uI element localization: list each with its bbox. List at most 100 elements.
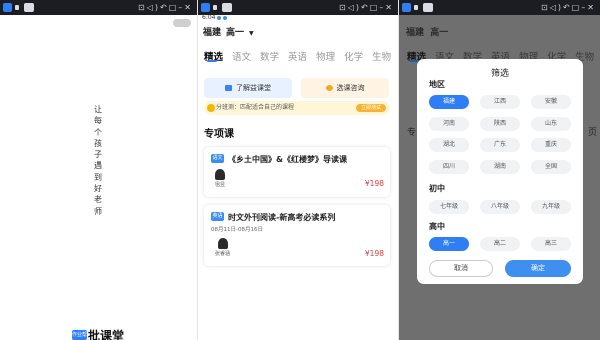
brand-logo-icon: 作业帮 <box>72 330 88 340</box>
region-chip[interactable]: 重庆 <box>531 138 571 152</box>
course-title: 时文外刊阅读-新高考必读系列 <box>228 213 336 222</box>
active-window-icon <box>423 3 433 12</box>
course-consult-label: 选课咨询 <box>336 84 365 92</box>
grade-chip[interactable]: 九年级 <box>531 200 571 214</box>
region-chip[interactable]: 山东 <box>531 117 571 131</box>
status-icons: ⊡◁)↶□–✕ <box>339 1 394 14</box>
region-chip[interactable]: 湖北 <box>429 138 469 152</box>
course-date: 08月11日-08月16日 <box>211 227 263 233</box>
region-chip[interactable]: 安徽 <box>531 95 571 109</box>
active-window-icon <box>24 3 34 12</box>
learn-classroom-button[interactable]: 了解益课堂 <box>204 78 292 98</box>
region-chip[interactable]: 福建 <box>429 95 469 109</box>
active-window-icon <box>222 3 232 12</box>
region-chip[interactable]: 江西 <box>480 95 520 109</box>
subject-tag: 英语 <box>211 212 224 221</box>
tab-biology[interactable]: 生物 <box>372 51 391 64</box>
filter-panel: ⊡◁)↶□–✕ 福建 高一 精选 语文 数学 英语 物理 化学 生物 专 页 筛选 地区 福… <box>399 0 600 340</box>
region-chip[interactable]: 陕西 <box>480 117 520 131</box>
section-title: 专项课 <box>204 129 234 140</box>
device-clock: 6:04 <box>202 14 216 21</box>
region-chip[interactable]: 湖南 <box>480 160 520 174</box>
app-icon <box>3 3 12 12</box>
cancel-button[interactable]: 取消 <box>429 260 493 277</box>
grade-label: 高一 <box>430 28 449 38</box>
splash-slogan: 让每个孩子遇到好老师 <box>94 105 102 216</box>
notification-icon[interactable]: ⊡ <box>339 3 348 12</box>
course-card[interactable]: 英语 时文外刊阅读-新高考必读系列 08月11日-08月16日 张睿涵 ¥198 <box>204 205 390 266</box>
tab-math[interactable]: 数学 <box>260 51 279 64</box>
volume-icon[interactable]: ◁) <box>348 3 361 12</box>
location-label[interactable]: 福建 <box>203 28 221 38</box>
course-card[interactable]: 语文 《乡土中国》&《红楼梦》导读课 徂昱 ¥198 <box>204 147 390 197</box>
filter-dialog: 筛选 地区 福建 江西 安徽 河南 陕西 山东 湖北 广东 重庆 四川 湖南 全… <box>417 59 583 284</box>
course-consult-button[interactable]: 选课咨询 <box>301 78 389 98</box>
tab-chemistry[interactable]: 化学 <box>344 51 363 64</box>
teacher: 张睿涵 <box>215 238 230 258</box>
tab-physics[interactable]: 物理 <box>316 51 335 64</box>
app-icon <box>402 3 411 12</box>
learn-classroom-label: 了解益课堂 <box>236 84 271 92</box>
course-price: ¥198 <box>364 179 384 188</box>
skip-badge[interactable] <box>173 19 191 27</box>
grade-chip[interactable]: 八年级 <box>480 200 520 214</box>
status-dot-icon <box>223 16 227 20</box>
avatar <box>217 238 228 249</box>
side-text-peek: 页 <box>588 128 598 138</box>
avatar <box>215 169 225 180</box>
grade-chip[interactable]: 七年级 <box>429 200 469 214</box>
tab-english[interactable]: 英语 <box>288 51 307 64</box>
back-icon[interactable]: ↶ <box>563 3 572 12</box>
section-title-peek: 专 <box>407 128 417 138</box>
confirm-button[interactable]: 确定 <box>505 260 571 277</box>
status-bar: ⊡◁)↶□–✕ <box>0 0 197 15</box>
chevron-down-icon[interactable]: ▼ <box>249 30 254 37</box>
notification-icon[interactable]: ⊡ <box>138 3 147 12</box>
grade-chip[interactable]: 高三 <box>531 237 571 251</box>
status-bar: ⊡◁)↶□–✕ <box>399 0 600 15</box>
volume-icon[interactable]: ◁) <box>147 3 160 12</box>
back-icon[interactable]: ↶ <box>361 3 370 12</box>
status-bar: ⊡◁)↶□–✕ <box>198 0 398 15</box>
grade-chip[interactable]: 高一 <box>429 237 469 251</box>
window-icon[interactable]: □ <box>169 3 179 12</box>
region-chip[interactable]: 河南 <box>429 117 469 131</box>
brand-name: 批课堂 <box>88 329 125 340</box>
grade-chip[interactable]: 高二 <box>480 237 520 251</box>
status-icons: ⊡◁)↶□–✕ <box>138 1 193 14</box>
placement-test-banner[interactable]: 分班测：匹配适合自己的课程 立即测试 <box>204 101 390 115</box>
close-icon[interactable]: ✕ <box>385 3 394 12</box>
window-icon[interactable]: □ <box>572 3 582 12</box>
active-tab-indicator <box>207 60 217 62</box>
close-icon[interactable]: ✕ <box>184 3 193 12</box>
region-chip[interactable]: 广东 <box>480 138 520 152</box>
classroom-icon <box>225 85 232 91</box>
window-icon[interactable]: □ <box>370 3 380 12</box>
dialog-title: 筛选 <box>490 69 509 79</box>
back-icon[interactable]: ↶ <box>160 3 169 12</box>
notice-text: 分班测：匹配适合自己的课程 <box>216 104 295 111</box>
senior-label: 高中 <box>429 222 445 231</box>
splash-panel: ⊡◁)↶□–✕ 让每个孩子遇到好老师 作业帮 批课堂 <box>0 0 197 340</box>
junior-label: 初中 <box>429 184 445 193</box>
tab-chinese[interactable]: 语文 <box>232 51 251 64</box>
location-selector[interactable]: 福建 高一 ▼ <box>203 27 259 40</box>
grade-label[interactable]: 高一 <box>226 28 244 38</box>
status-icons: ⊡◁)↶□–✕ <box>541 1 596 14</box>
close-icon[interactable]: ✕ <box>587 3 596 12</box>
region-chip[interactable]: 全国 <box>531 160 571 174</box>
status-dot-icon <box>217 16 221 20</box>
chat-icon <box>325 85 333 91</box>
app-icon <box>201 3 210 12</box>
volume-icon[interactable]: ◁) <box>550 3 563 12</box>
tab-featured[interactable]: 精选 <box>204 51 223 64</box>
region-chip[interactable]: 四川 <box>429 160 469 174</box>
take-test-button[interactable]: 立即测试 <box>356 104 386 112</box>
notification-count-icon <box>213 5 217 10</box>
subject-tabs: 精选 语文 数学 英语 物理 化学 生物 <box>204 45 398 64</box>
notification-count-icon <box>414 5 418 10</box>
screen: ⊡◁)↶□–✕ 让每个孩子遇到好老师 作业帮 批课堂 ⊡◁)↶□–✕ 6:04 … <box>0 0 600 340</box>
notification-icon[interactable]: ⊡ <box>541 3 550 12</box>
teacher-name: 徂昱 <box>215 182 226 188</box>
course-panel: ⊡◁)↶□–✕ 6:04 福建 高一 ▼ 精选 语文 数学 英语 物理 化学 生物 了解益课堂 … <box>198 0 398 340</box>
